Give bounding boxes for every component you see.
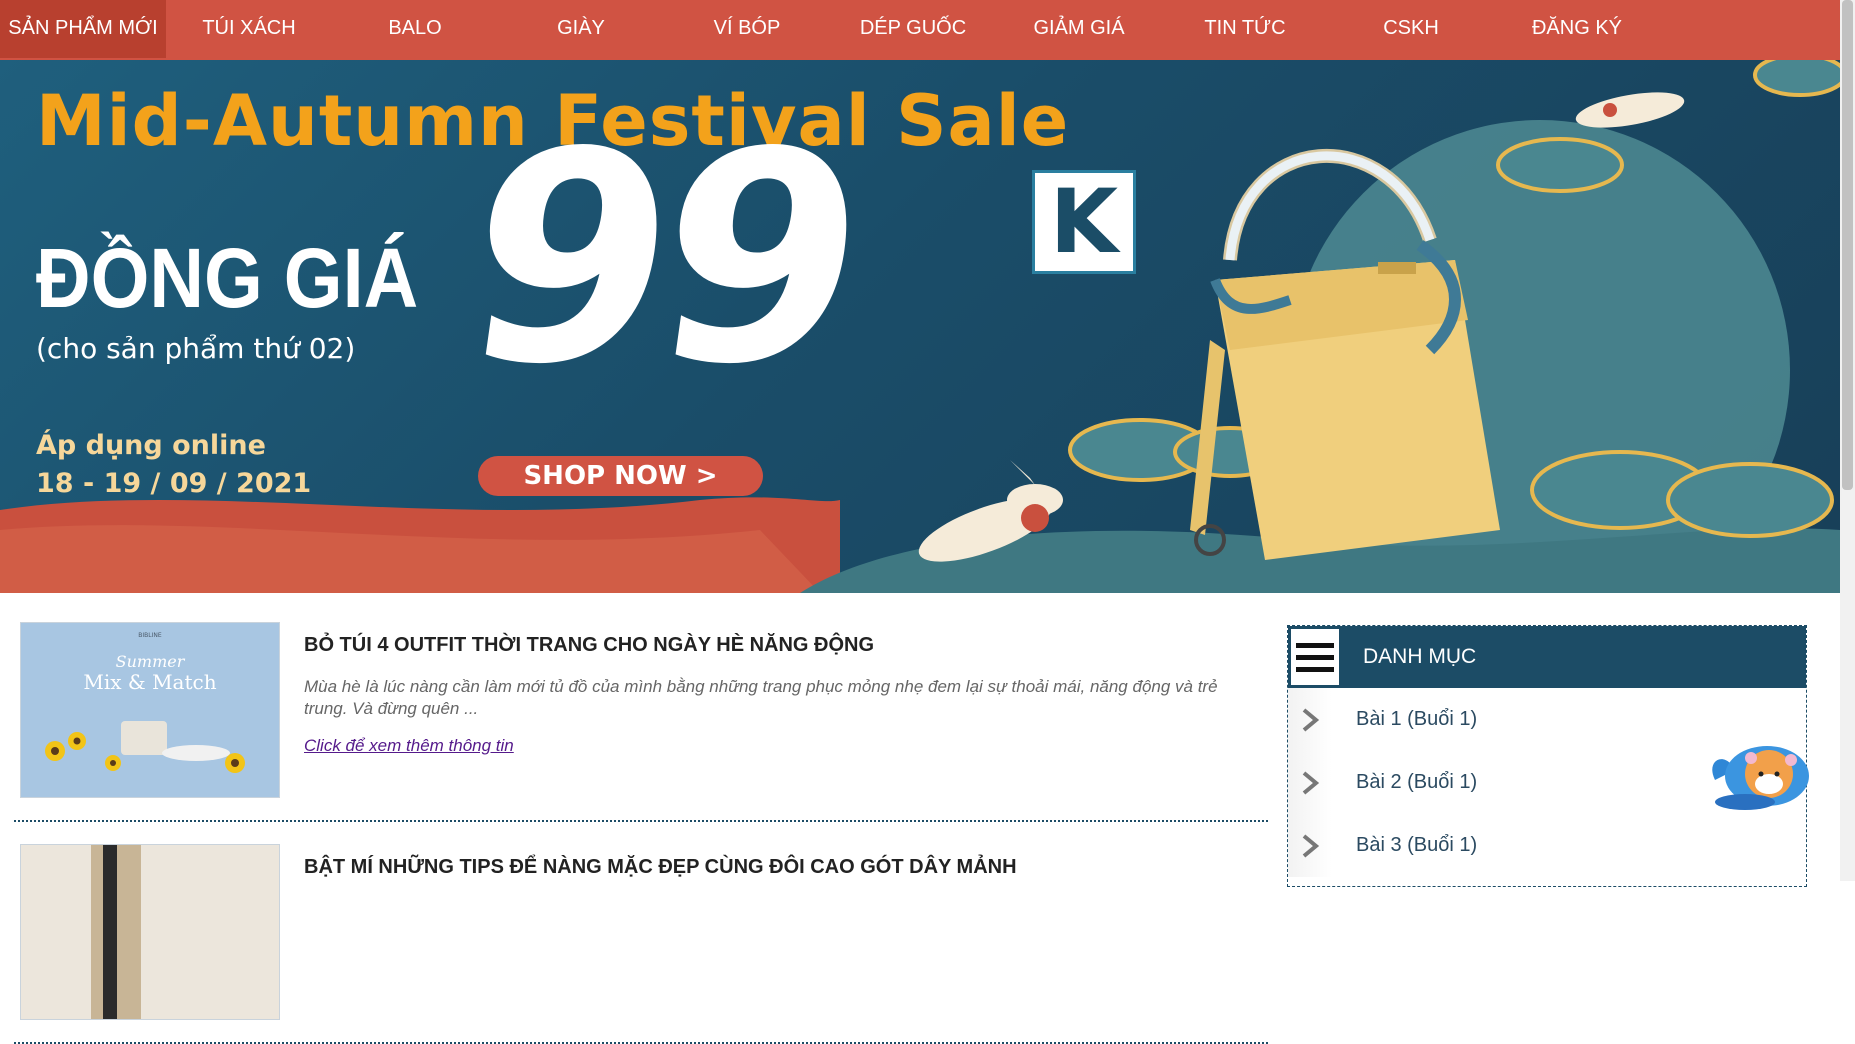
sidebar-item-bai-3[interactable]: Bài 3 (Buổi 1) [1288, 814, 1806, 877]
shiba-mascot-icon[interactable] [1705, 730, 1817, 810]
banner-subheadline: (cho sản phẩm thứ 02) [36, 332, 356, 365]
page-scrollbar[interactable] [1840, 0, 1855, 881]
sidebar-title: DANH MỤC [1363, 645, 1477, 668]
banner-price-number: 99 [446, 91, 874, 428]
post-thumbnail[interactable]: BIBLINE Summer Mix & Match [20, 622, 280, 798]
nav-item-sale[interactable]: GIẢM GIÁ [996, 0, 1162, 58]
top-nav: SẢN PHẨM MỚI TÚI XÁCH BALO GIÀY VÍ BÓP D… [0, 0, 1840, 60]
summer-mix-image: BIBLINE Summer Mix & Match [21, 623, 279, 797]
nav-item-shoes[interactable]: GIÀY [498, 0, 664, 58]
banner-headline: ĐỒNG GIÁ [36, 231, 419, 325]
chevron-right-icon [1288, 751, 1332, 814]
fashion-photo-image [21, 845, 279, 1019]
post-item: BIBLINE Summer Mix & Match BỎ TÚI 4 OUTF… [14, 620, 1268, 822]
promo-banner[interactable]: Mid-Autumn Festival Sale ĐỒNG GIÁ (cho s… [0, 60, 1840, 593]
sidebar-item-label: Bài 2 (Buổi 1) [1356, 771, 1478, 793]
post-item: BẬT MÍ NHỮNG TIPS ĐỂ NÀNG MẶC ĐẸP CÙNG Đ… [14, 842, 1268, 1044]
scrollbar-thumb[interactable] [1842, 0, 1853, 490]
sidebar-item-label: Bài 3 (Buổi 1) [1356, 834, 1478, 856]
thumb-line2: Mix & Match [83, 670, 216, 694]
post-title[interactable]: BẬT MÍ NHỮNG TIPS ĐỂ NÀNG MẶC ĐẸP CÙNG Đ… [304, 856, 1017, 879]
banner-date-text: 18 - 19 / 09 / 2021 [36, 468, 312, 499]
thumb-line1: Summer [116, 652, 186, 671]
hamburger-menu-icon[interactable] [1291, 629, 1339, 685]
chevron-right-icon [1288, 814, 1332, 877]
nav-item-new-products[interactable]: SẢN PHẨM MỚI [0, 0, 166, 58]
nav-item-news[interactable]: TIN TỨC [1162, 0, 1328, 58]
post-list: BIBLINE Summer Mix & Match BỎ TÚI 4 OUTF… [14, 620, 1268, 1044]
thumb-brand: BIBLINE [138, 632, 162, 639]
nav-item-register[interactable]: ĐĂNG KÝ [1494, 0, 1660, 58]
nav-item-handbags[interactable]: TÚI XÁCH [166, 0, 332, 58]
shop-now-button[interactable]: SHOP NOW > [478, 456, 763, 496]
nav-item-customer-care[interactable]: CSKH [1328, 0, 1494, 58]
nav-item-backpacks[interactable]: BALO [332, 0, 498, 58]
chevron-right-icon [1288, 688, 1332, 751]
post-excerpt: Mùa hè là lúc nàng cần làm mới tủ đồ của… [304, 677, 1218, 718]
read-more-link[interactable]: Click để xem thêm thông tin [304, 736, 514, 756]
banner-price-unit: K [1032, 170, 1136, 274]
banner-apply-text: Áp dụng online [36, 430, 266, 461]
nav-item-wallets[interactable]: VÍ BÓP [664, 0, 830, 58]
post-thumbnail[interactable] [20, 844, 280, 1020]
sidebar-header: DANH MỤC [1288, 626, 1806, 688]
post-title[interactable]: BỎ TÚI 4 OUTFIT THỜI TRANG CHO NGÀY HÈ N… [304, 634, 874, 657]
nav-item-sandals[interactable]: DÉP GUỐC [830, 0, 996, 58]
sidebar-item-label: Bài 1 (Buổi 1) [1356, 708, 1478, 730]
